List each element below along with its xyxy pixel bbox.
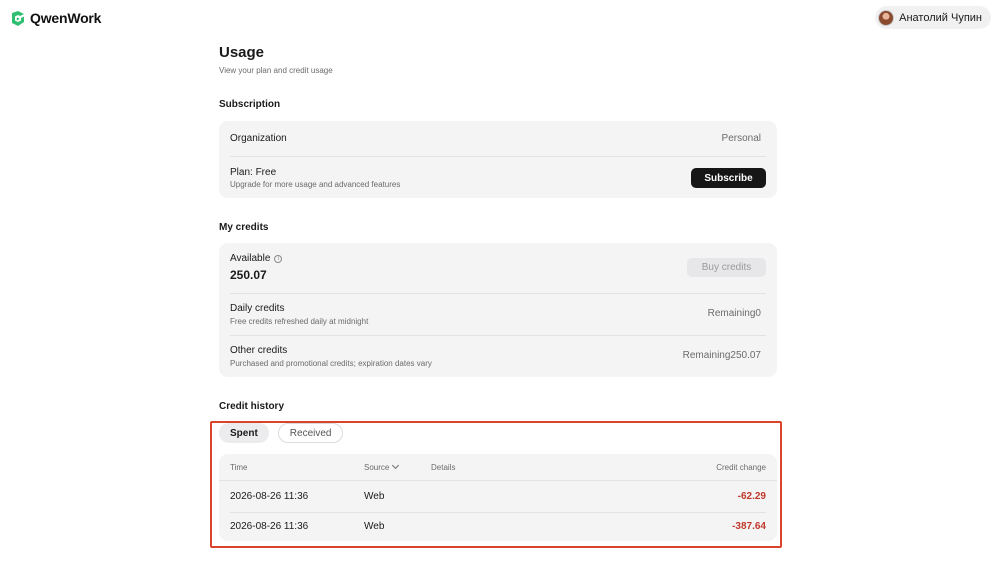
chevron-down-icon xyxy=(392,461,400,470)
column-header-source-label: Source xyxy=(364,463,390,472)
column-header-source[interactable]: Source xyxy=(364,461,400,472)
page-subtitle: View your plan and credit usage xyxy=(219,66,333,75)
other-credits-label: Other credits xyxy=(230,345,288,356)
user-menu-button[interactable]: Анатолий Чупин xyxy=(875,6,991,29)
subscription-section-title: Subscription xyxy=(219,99,281,110)
other-credits-description: Purchased and promotional credits; expir… xyxy=(230,359,432,368)
subscription-card: Organization Personal Plan: Free Upgrade… xyxy=(219,121,777,198)
info-icon[interactable]: i xyxy=(274,255,283,263)
subscribe-button[interactable]: Subscribe xyxy=(691,168,766,188)
credit-history-table: Time Source Details Credit change 2026-0… xyxy=(219,454,777,541)
tab-spent[interactable]: Spent xyxy=(219,423,269,443)
organization-label: Organization xyxy=(230,133,287,144)
row-source: Web xyxy=(364,521,385,532)
qwenwork-logo-icon xyxy=(12,10,24,26)
user-name: Анатолий Чупин xyxy=(899,11,982,24)
available-label-row: Available i xyxy=(230,253,283,264)
other-credits-remaining: Remaining250.07 xyxy=(682,350,761,361)
row-credit-change: -62.29 xyxy=(737,491,766,502)
credit-history-section-title: Credit history xyxy=(219,401,285,412)
available-credits-value: 250.07 xyxy=(230,268,267,282)
column-header-credit-change: Credit change xyxy=(716,463,766,472)
credits-card: Available i 250.07 Buy credits Daily cred… xyxy=(219,243,777,377)
page-title: Usage xyxy=(219,44,265,61)
top-bar: QwenWork Анатолий Чупин xyxy=(0,0,1000,36)
plan-description: Upgrade for more usage and advanced feat… xyxy=(230,180,401,189)
divider xyxy=(230,293,766,294)
divider xyxy=(230,335,766,336)
buy-credits-button[interactable]: Buy credits xyxy=(687,258,766,277)
available-label: Available xyxy=(230,253,271,264)
credits-section-title: My credits xyxy=(219,222,269,233)
row-source: Web xyxy=(364,491,385,502)
brand-name: QwenWork xyxy=(30,10,102,26)
row-time: 2026-08-26 11:36 xyxy=(230,491,309,502)
daily-credits-description: Free credits refreshed daily at midnight xyxy=(230,317,369,326)
daily-credits-label: Daily credits xyxy=(230,303,285,314)
divider xyxy=(219,480,777,481)
tab-received[interactable]: Received xyxy=(277,423,344,443)
organization-value: Personal xyxy=(721,133,761,144)
app-logo[interactable]: QwenWork xyxy=(11,10,101,26)
row-credit-change: -387.64 xyxy=(732,521,766,532)
plan-label: Plan: Free xyxy=(230,167,277,178)
divider xyxy=(230,512,766,513)
column-header-details: Details xyxy=(431,463,456,472)
credit-history-tabs: Spent Received xyxy=(219,423,344,443)
avatar xyxy=(878,9,895,26)
column-header-time: Time xyxy=(230,463,248,472)
row-time: 2026-08-26 11:36 xyxy=(230,521,309,532)
daily-credits-remaining: Remaining0 xyxy=(707,308,761,319)
divider xyxy=(230,156,766,157)
